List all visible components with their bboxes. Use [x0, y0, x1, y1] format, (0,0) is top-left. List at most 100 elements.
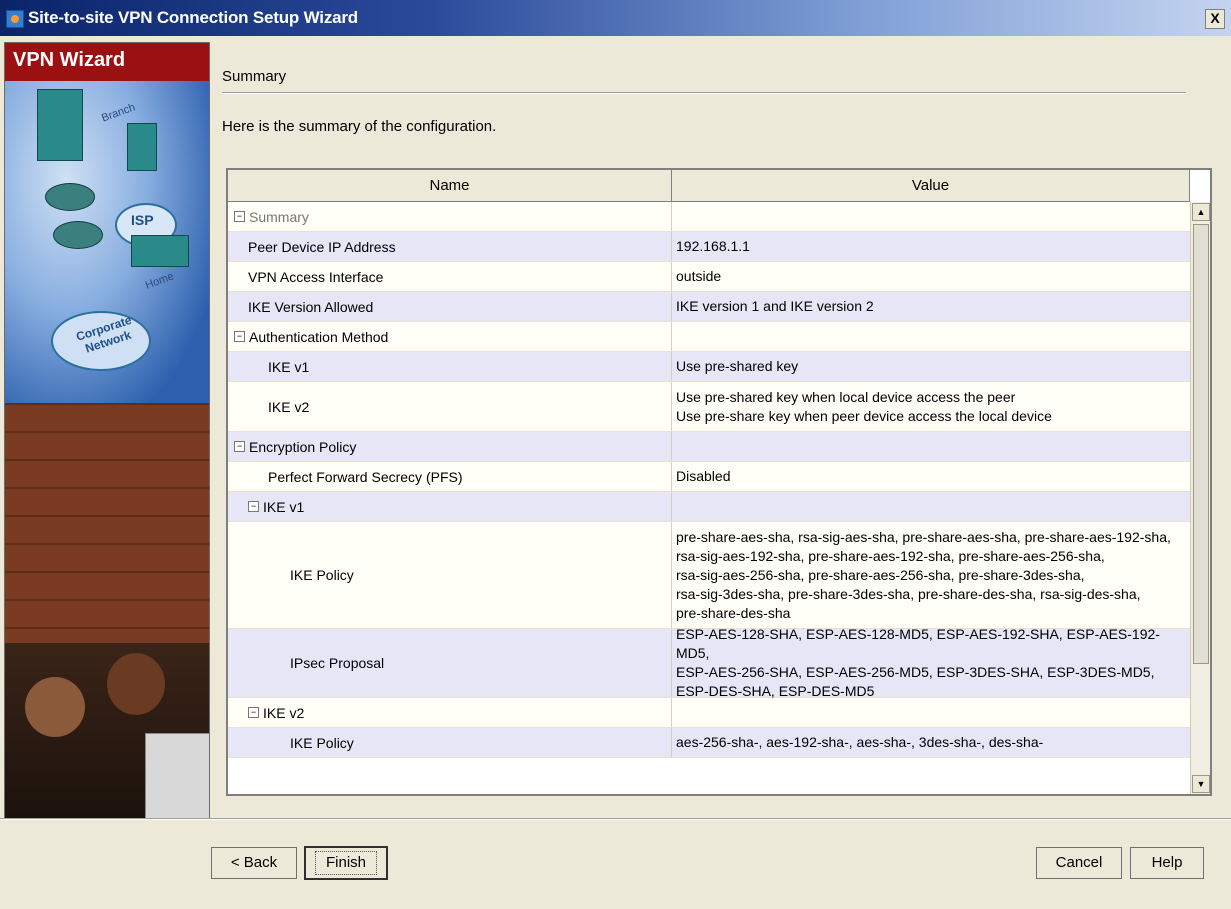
name-text: IKE Policy: [290, 567, 354, 583]
value-cell: Use pre-shared key: [672, 352, 1190, 381]
table-row[interactable]: IKE Policy pre-share-aes-sha, rsa-sig-aes…: [228, 522, 1190, 629]
finish-button[interactable]: Finish: [304, 846, 388, 880]
value-cell: pre-share-aes-sha, rsa-sig-aes-sha, pre-…: [672, 522, 1190, 628]
wizard-side-image: Branch ISP Home Corporate Network VPN Wi…: [4, 42, 210, 820]
value-line: rsa-sig-aes-192-sha, pre-share-aes-192-s…: [676, 547, 1105, 564]
table-group-row[interactable]: − Summary: [228, 202, 1190, 232]
name-text: IKE v2: [268, 398, 310, 415]
person-illustration: [25, 677, 85, 737]
table-row[interactable]: Peer Device IP Address 192.168.1.1: [228, 232, 1190, 262]
table-group-row[interactable]: − Encryption Policy: [228, 432, 1190, 462]
vertical-scrollbar[interactable]: ▲ ▼: [1190, 202, 1210, 794]
close-button[interactable]: X: [1205, 9, 1225, 29]
monitor-illustration: [145, 733, 209, 819]
name-text: Perfect Forward Secrecy (PFS): [268, 468, 463, 485]
table-body: − Summary Peer Device IP Address 192.168.1.…: [228, 202, 1190, 794]
value-cell: [672, 432, 1190, 461]
name-text: Encryption Policy: [249, 438, 357, 455]
collapse-toggle-icon[interactable]: −: [234, 441, 245, 452]
name-cell: VPN Access Interface: [228, 262, 672, 291]
value-line: rsa-sig-3des-sha, pre-share-3des-sha, pr…: [676, 585, 1141, 602]
router-icon: [53, 221, 103, 249]
table-group-row[interactable]: − IKE v2: [228, 698, 1190, 728]
value-line: rsa-sig-aes-256-sha, pre-share-aes-256-s…: [676, 566, 1085, 583]
table-row[interactable]: IKE Version Allowed IKE version 1 and IKE…: [228, 292, 1190, 322]
table-row[interactable]: IKE v1 Use pre-shared key: [228, 352, 1190, 382]
scroll-up-button[interactable]: ▲: [1192, 203, 1210, 221]
person-illustration: [107, 653, 165, 715]
name-cell: IKE v2: [228, 382, 672, 431]
value-cell: IKE version 1 and IKE version 2: [672, 292, 1190, 321]
intro-text: Here is the summary of the configuration…: [222, 118, 497, 135]
name-text: IKE v1: [263, 498, 305, 515]
cancel-button[interactable]: Cancel: [1036, 847, 1122, 879]
window-title: Site-to-site VPN Connection Setup Wizard: [28, 8, 358, 27]
collapse-toggle-icon[interactable]: −: [234, 211, 245, 222]
value-line: aes-256-sha-, aes-192-sha-, aes-sha-, 3d…: [676, 734, 1044, 750]
column-header-name[interactable]: Name: [228, 170, 672, 202]
value-line: Use pre-share key when peer device acces…: [676, 407, 1052, 424]
back-button[interactable]: < Back: [211, 847, 297, 879]
name-text: Summary: [249, 208, 309, 225]
title-divider: [222, 92, 1186, 94]
page-title: Summary: [222, 68, 287, 85]
table-group-row[interactable]: − Authentication Method: [228, 322, 1190, 352]
name-text: VPN Access Interface: [248, 268, 384, 285]
side-header: VPN Wizard: [5, 43, 209, 81]
value-cell: [672, 492, 1190, 521]
name-cell: IPsec Proposal: [228, 629, 672, 697]
help-button[interactable]: Help: [1130, 847, 1204, 879]
value-line: IKE version 1 and IKE version 2: [676, 298, 874, 314]
name-cell: − Summary: [228, 202, 672, 231]
collapse-toggle-icon[interactable]: −: [234, 331, 245, 342]
home-device-icon: [131, 235, 189, 267]
name-text: IKE v1: [268, 358, 310, 375]
router-icon: [45, 183, 95, 211]
value-line: Use pre-shared key: [676, 358, 799, 374]
name-cell: Perfect Forward Secrecy (PFS): [228, 462, 672, 491]
scroll-down-button[interactable]: ▼: [1192, 775, 1210, 793]
value-line: Use pre-shared key when local device acc…: [676, 388, 1016, 405]
value-cell: aes-256-sha-, aes-192-sha-, aes-sha-, 3d…: [672, 728, 1190, 757]
table-group-row[interactable]: − IKE v1: [228, 492, 1190, 522]
name-cell: Peer Device IP Address: [228, 232, 672, 261]
branch-building-icon: [37, 89, 83, 161]
name-text: IKE Version Allowed: [248, 298, 374, 315]
value-line: pre-share-aes-sha, rsa-sig-aes-sha, pre-…: [676, 528, 1171, 545]
footer-divider: [0, 818, 1231, 820]
value-line: ESP-AES-128-SHA, ESP-AES-128-MD5, ESP-AE…: [676, 626, 1160, 661]
table-row[interactable]: VPN Access Interface outside: [228, 262, 1190, 292]
finish-button-label: Finish: [314, 851, 377, 875]
table-row[interactable]: IKE v2 Use pre-shared key when local devi…: [228, 382, 1190, 432]
value-cell: Disabled: [672, 462, 1190, 491]
name-cell: − IKE v2: [228, 698, 672, 727]
value-cell: Use pre-shared key when local device acc…: [672, 382, 1190, 431]
value-line: ESP-AES-256-SHA, ESP-AES-256-MD5, ESP-3D…: [676, 664, 1155, 680]
name-text: IKE v2: [263, 704, 305, 721]
name-cell: − Encryption Policy: [228, 432, 672, 461]
value-line: Disabled: [676, 468, 731, 484]
collapse-toggle-icon[interactable]: −: [248, 501, 259, 512]
value-cell: [672, 202, 1190, 231]
table-row[interactable]: Perfect Forward Secrecy (PFS) Disabled: [228, 462, 1190, 492]
home-building-icon: [127, 123, 157, 171]
isp-label: ISP: [131, 212, 154, 228]
name-cell: − Authentication Method: [228, 322, 672, 351]
name-text: Peer Device IP Address: [248, 238, 396, 255]
name-cell: IKE Policy: [228, 728, 672, 757]
name-cell: IKE Version Allowed: [228, 292, 672, 321]
column-header-value[interactable]: Value: [672, 170, 1190, 202]
table-row[interactable]: IPsec Proposal ESP-AES-128-SHA, ESP-AES-1…: [228, 626, 1190, 699]
scroll-thumb[interactable]: [1193, 224, 1209, 664]
collapse-toggle-icon[interactable]: −: [248, 707, 259, 718]
app-icon: [6, 10, 24, 28]
name-cell: − IKE v1: [228, 492, 672, 521]
value-cell: 192.168.1.1: [672, 232, 1190, 261]
value-cell: [672, 698, 1190, 727]
table-row[interactable]: IKE Policy aes-256-sha-, aes-192-sha-, ae…: [228, 728, 1190, 758]
value-line: outside: [676, 268, 722, 284]
value-line: 192.168.1.1: [676, 238, 750, 254]
value-cell: [672, 322, 1190, 351]
name-text: IKE Policy: [290, 734, 354, 751]
name-text: Authentication Method: [249, 328, 389, 345]
